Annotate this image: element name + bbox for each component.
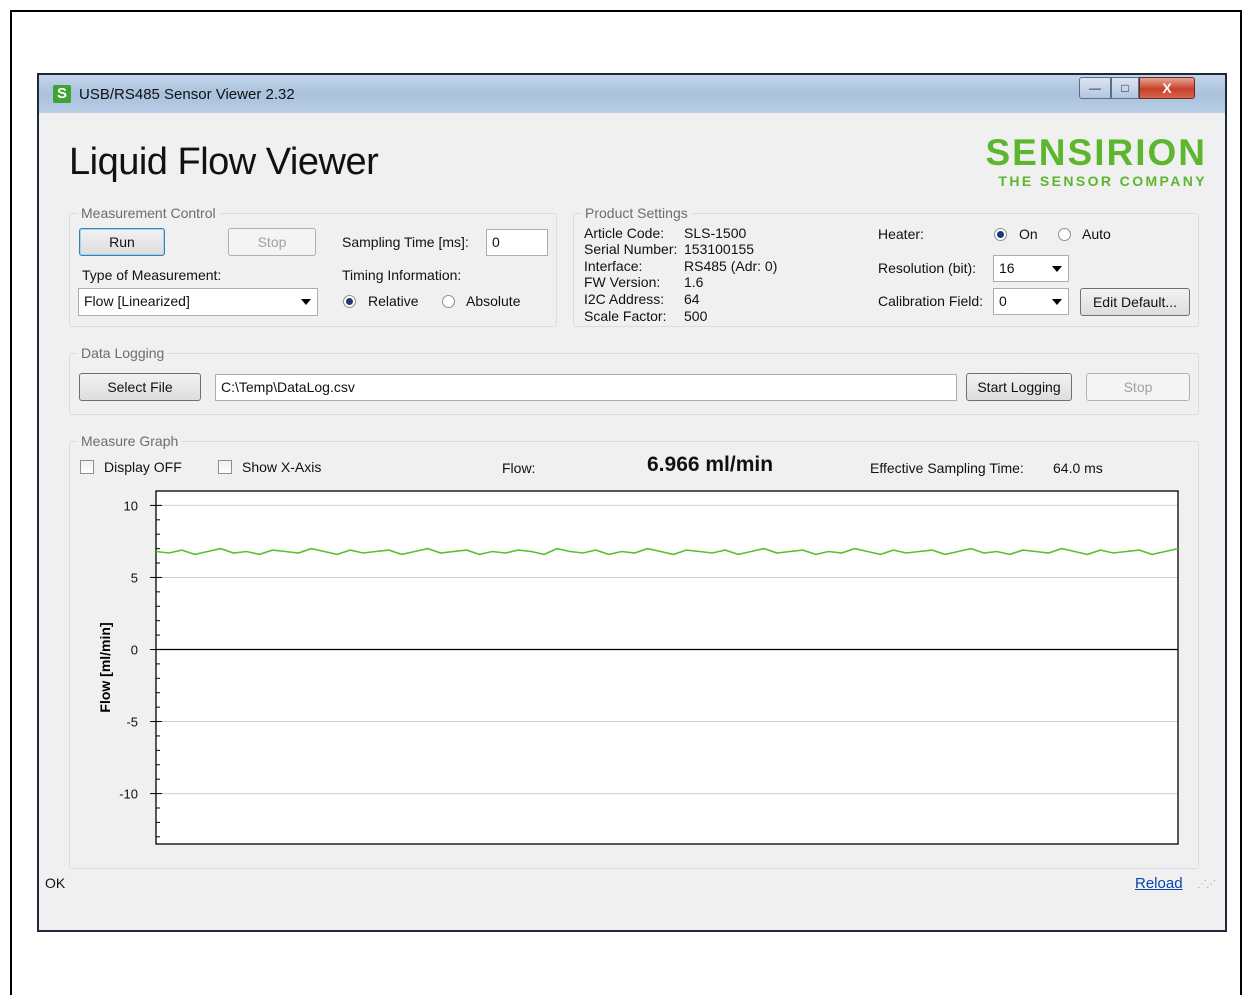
resize-grip-icon[interactable]: ⋰⋰ [1197,879,1216,890]
minimize-button[interactable]: — [1079,77,1111,99]
page-title: Liquid Flow Viewer [69,141,379,183]
stop-measurement-button[interactable]: Stop [228,228,316,256]
resolution-label: Resolution (bit): [878,260,977,276]
y-tick-label: 0 [131,642,138,657]
measurement-control-group: Measurement Control Run Stop Sampling Ti… [69,205,557,327]
fw-version-label: FW Version: [584,274,661,290]
group-label: Product Settings [582,205,691,221]
heater-auto-label: Auto [1082,226,1111,242]
file-path-input[interactable]: C:\Temp\DataLog.csv [215,374,957,401]
plot-area [156,491,1178,844]
y-axis-label: Flow [ml/min] [97,622,113,712]
calibration-field-value: 0 [999,293,1007,309]
interface-value: RS485 (Adr: 0) [684,258,778,274]
flow-value: 6.966 ml/min [647,453,774,476]
product-settings-group: Product Settings Article Code: SLS-1500 … [573,205,1199,327]
calibration-field-select[interactable]: 0 [993,288,1069,315]
edit-default-button[interactable]: Edit Default... [1080,288,1190,316]
show-x-axis-checkbox[interactable] [218,460,232,474]
y-tick-label: 10 [124,498,138,513]
article-code-label: Article Code: [584,225,665,241]
stop-logging-button[interactable]: Stop [1086,373,1190,401]
brand-name: SENSIRION [985,132,1207,173]
absolute-label: Absolute [466,293,521,309]
relative-label: Relative [368,293,419,309]
maximize-icon: □ [1121,81,1129,95]
chevron-down-icon [301,299,311,305]
data-logging-group: Data Logging Select File C:\Temp\DataLog… [69,345,1199,415]
status-text: OK [45,875,66,891]
start-logging-button[interactable]: Start Logging [966,373,1072,401]
brand-logo: SENSIRION THE SENSOR COMPANY [909,132,1207,190]
y-tick-label: -10 [119,787,138,802]
sampling-time-input[interactable]: 0 [486,229,548,256]
relative-radio[interactable] [343,295,356,308]
app-window: S USB/RS485 Sensor Viewer 2.32 — □ X Liq… [37,73,1227,932]
absolute-radio[interactable] [442,295,455,308]
app-icon: S [53,85,71,103]
group-label: Measurement Control [78,205,219,221]
measurement-type-value: Flow [Linearized] [84,293,190,309]
minimize-icon: — [1089,81,1101,95]
effective-sampling-label: Effective Sampling Time: [870,460,1024,476]
reload-link[interactable]: Reload [1135,875,1183,892]
scale-factor-value: 500 [684,308,708,324]
y-tick-label: 5 [131,570,138,585]
interface-label: Interface: [584,258,643,274]
show-x-axis-label: Show X-Axis [242,459,322,475]
i2c-address-value: 64 [684,291,700,307]
display-off-checkbox[interactable] [80,460,94,474]
fw-version-value: 1.6 [684,274,704,290]
chevron-down-icon [1052,266,1062,272]
serial-number-value: 153100155 [684,241,755,257]
close-icon: X [1162,80,1172,96]
measurement-type-label: Type of Measurement: [82,267,222,283]
client-area: Liquid Flow Viewer SENSIRION THE SENSOR … [47,113,1217,903]
measurement-type-select[interactable]: Flow [Linearized] [78,288,318,316]
article-code-value: SLS-1500 [684,225,747,241]
brand-tagline: THE SENSOR COMPANY [998,173,1207,189]
close-button[interactable]: X [1139,77,1195,99]
measure-graph-group: Measure Graph Display OFF Show X-Axis Fl… [69,433,1199,869]
sampling-time-label: Sampling Time [ms]: [342,234,469,250]
heater-on-label: On [1019,226,1038,242]
resolution-select[interactable]: 16 [993,255,1069,282]
maximize-button[interactable]: □ [1111,77,1139,99]
flow-chart: 10 5 0 -5 -10 Flow [ml/min] [97,490,1179,845]
group-label: Data Logging [78,345,168,361]
display-off-label: Display OFF [104,459,182,475]
serial-number-label: Serial Number: [584,241,678,257]
title-bar[interactable]: S USB/RS485 Sensor Viewer 2.32 — □ X [39,75,1225,113]
group-label: Measure Graph [78,433,182,449]
heater-auto-radio[interactable] [1058,228,1071,241]
calibration-field-label: Calibration Field: [878,293,984,309]
y-tick-label: -5 [126,715,138,730]
heater-on-radio[interactable] [994,228,1007,241]
timing-info-label: Timing Information: [342,267,462,283]
effective-sampling-value: 64.0 ms [1053,460,1103,476]
window-title: USB/RS485 Sensor Viewer 2.32 [79,86,295,103]
chevron-down-icon [1052,299,1062,305]
select-file-button[interactable]: Select File [79,373,201,401]
resolution-value: 16 [999,260,1015,276]
heater-label: Heater: [878,226,924,242]
flow-label: Flow: [502,460,536,476]
i2c-address-label: I2C Address: [584,291,665,307]
status-bar: OK Reload ⋰⋰ [39,865,1225,894]
scale-factor-label: Scale Factor: [584,308,667,324]
run-button[interactable]: Run [79,228,165,256]
